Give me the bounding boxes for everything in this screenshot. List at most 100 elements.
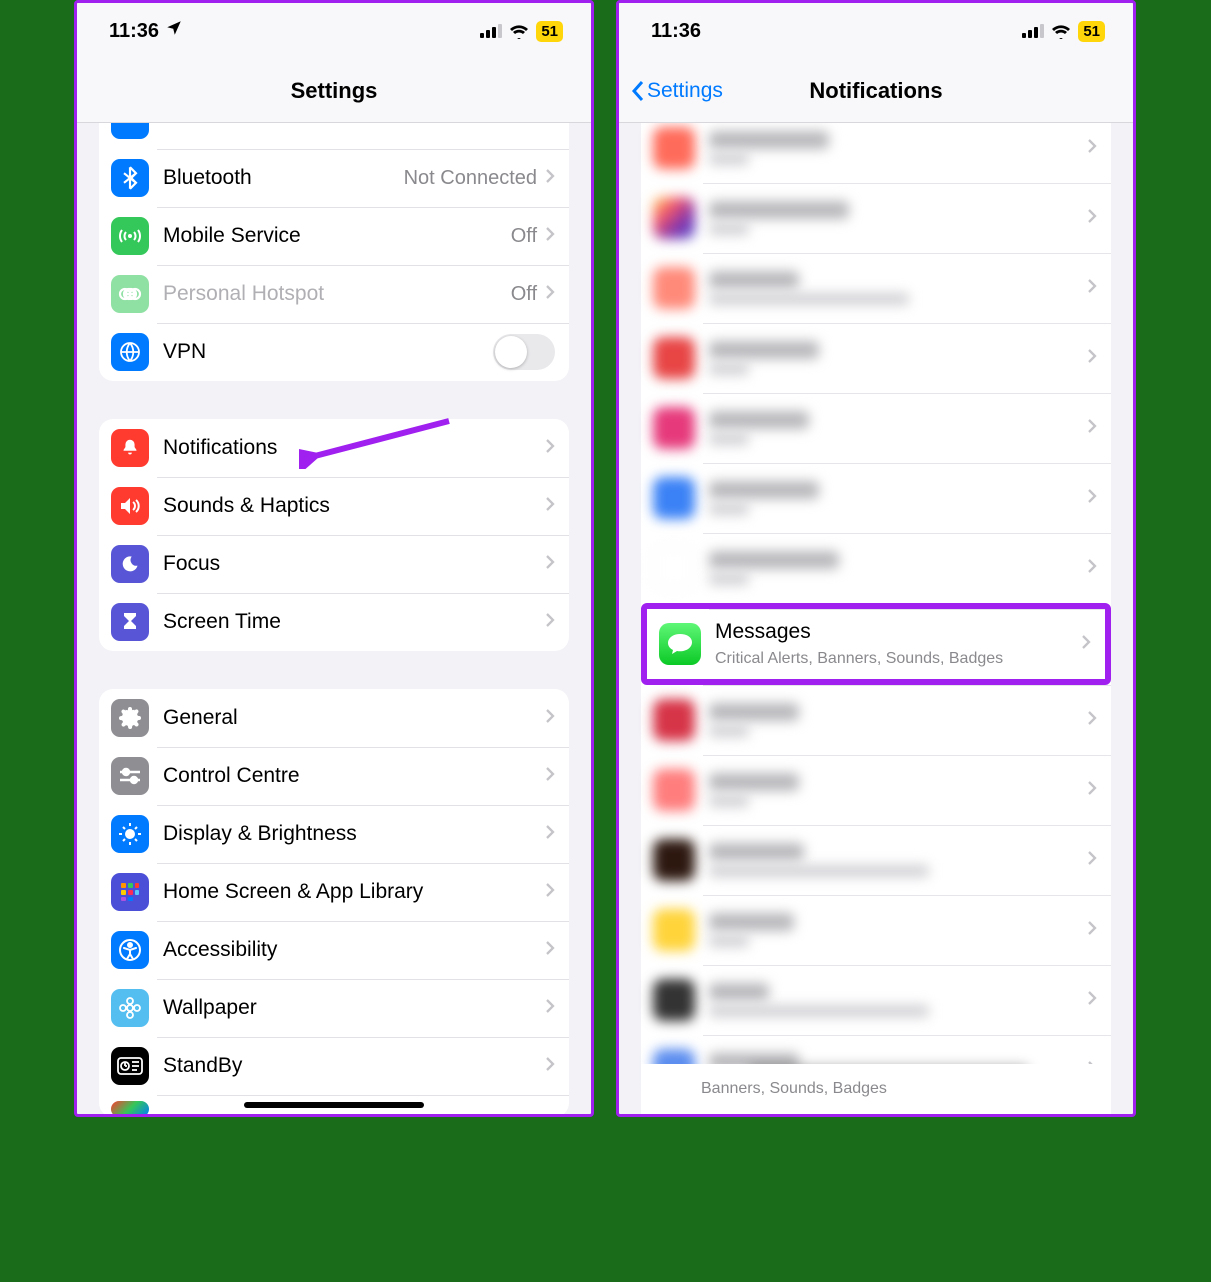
general-group: General Control Centre Display & Brightn… (99, 689, 569, 1114)
row-label: Focus (163, 552, 545, 576)
app-row-messages[interactable]: Messages Critical Alerts, Banners, Sound… (641, 603, 1111, 685)
app-row-blurred[interactable] (641, 755, 1111, 825)
row-label: General (163, 706, 545, 730)
sun-icon (111, 815, 149, 853)
link-icon (111, 275, 149, 313)
grid-icon (111, 873, 149, 911)
app-row-blurred[interactable] (641, 533, 1111, 603)
row-hidden-top[interactable] (99, 123, 569, 149)
chevron-right-icon (1087, 418, 1097, 439)
settings-screen: 11:36 51 Settings (74, 0, 594, 1117)
cellular-icon (480, 24, 502, 38)
row-wallpaper[interactable]: Wallpaper (99, 979, 569, 1037)
row-value: Off (511, 283, 537, 306)
row-value: Off (511, 225, 537, 248)
row-bluetooth[interactable]: Bluetooth Not Connected (99, 149, 569, 207)
row-personal-hotspot[interactable]: Personal Hotspot Off (99, 265, 569, 323)
row-label: Control Centre (163, 764, 545, 788)
row-focus[interactable]: Focus (99, 535, 569, 593)
wifi-icon (509, 24, 529, 39)
app-row-blurred[interactable] (641, 463, 1111, 533)
app-row-blurred[interactable] (641, 323, 1111, 393)
messages-icon (659, 623, 701, 665)
antenna-icon (111, 217, 149, 255)
chevron-right-icon (545, 612, 555, 633)
row-label: Mobile Service (163, 224, 511, 248)
row-value: Not Connected (404, 167, 537, 190)
clock-icon (111, 1047, 149, 1085)
location-icon (165, 19, 183, 43)
chevron-right-icon (1081, 634, 1091, 655)
chevron-right-icon (545, 882, 555, 903)
app-row-blurred[interactable] (641, 123, 1111, 183)
connectivity-group: Bluetooth Not Connected Mobile Service O… (99, 123, 569, 381)
app-row-blurred[interactable] (641, 253, 1111, 323)
app-row-subtitle: Critical Alerts, Banners, Sounds, Badges (715, 650, 1073, 668)
chevron-right-icon (545, 496, 555, 517)
row-label: Screen Time (163, 610, 545, 634)
chevron-right-icon (545, 824, 555, 845)
row-label: Accessibility (163, 938, 545, 962)
battery-indicator: 51 (536, 21, 563, 42)
chevron-right-icon (545, 284, 555, 305)
row-standby[interactable]: StandBy (99, 1037, 569, 1095)
back-label: Settings (647, 79, 723, 103)
row-accessibility[interactable]: Accessibility (99, 921, 569, 979)
cellular-icon (1022, 24, 1044, 38)
partial-row-subtitle: Banners, Sounds, Badges (641, 1064, 1111, 1114)
chevron-right-icon (545, 708, 555, 729)
row-label: StandBy (163, 1054, 545, 1078)
chevron-right-icon (1087, 488, 1097, 509)
hourglass-icon (111, 603, 149, 641)
home-indicator[interactable] (244, 1102, 424, 1108)
nav-header: Settings (77, 59, 591, 123)
app-row-blurred[interactable] (641, 825, 1111, 895)
battery-indicator: 51 (1078, 21, 1105, 42)
vpn-toggle[interactable] (493, 334, 555, 370)
gear-icon (111, 699, 149, 737)
row-notifications[interactable]: Notifications (99, 419, 569, 477)
row-label: Sounds & Haptics (163, 494, 545, 518)
row-general[interactable]: General (99, 689, 569, 747)
chevron-right-icon (545, 998, 555, 1019)
chevron-right-icon (1087, 208, 1097, 229)
chevron-right-icon (1087, 710, 1097, 731)
status-time: 11:36 (651, 20, 701, 43)
row-mobile-service[interactable]: Mobile Service Off (99, 207, 569, 265)
chevron-right-icon (545, 766, 555, 787)
app-row-blurred[interactable] (641, 685, 1111, 755)
chevron-right-icon (1087, 348, 1097, 369)
chevron-right-icon (545, 940, 555, 961)
row-label: Bluetooth (163, 166, 404, 190)
app-row-blurred[interactable] (641, 965, 1111, 1035)
page-title: Notifications (809, 78, 942, 104)
chevron-right-icon (545, 226, 555, 247)
row-label: Personal Hotspot (163, 282, 511, 306)
app-row-blurred[interactable] (641, 183, 1111, 253)
row-vpn[interactable]: VPN (99, 323, 569, 381)
row-sounds-haptics[interactable]: Sounds & Haptics (99, 477, 569, 535)
app-row-blurred[interactable] (641, 393, 1111, 463)
wifi-icon (1051, 24, 1071, 39)
nav-header: Settings Notifications (619, 59, 1133, 123)
row-label: Home Screen & App Library (163, 880, 545, 904)
chevron-right-icon (545, 168, 555, 189)
back-button[interactable]: Settings (631, 79, 723, 103)
speaker-icon (111, 487, 149, 525)
bell-icon (111, 429, 149, 467)
status-time: 11:36 (109, 20, 159, 43)
row-display-brightness[interactable]: Display & Brightness (99, 805, 569, 863)
row-screen-time[interactable]: Screen Time (99, 593, 569, 651)
app-row-blurred[interactable] (641, 895, 1111, 965)
row-home-screen[interactable]: Home Screen & App Library (99, 863, 569, 921)
row-label: Display & Brightness (163, 822, 545, 846)
chevron-right-icon (1087, 850, 1097, 871)
row-label: VPN (163, 340, 493, 364)
globe-icon (111, 333, 149, 371)
chevron-right-icon (545, 438, 555, 459)
attention-group: Notifications Sounds & Haptics Focus (99, 419, 569, 651)
row-control-centre[interactable]: Control Centre (99, 747, 569, 805)
flower-icon (111, 989, 149, 1027)
bluetooth-icon (111, 159, 149, 197)
chevron-right-icon (1087, 278, 1097, 299)
